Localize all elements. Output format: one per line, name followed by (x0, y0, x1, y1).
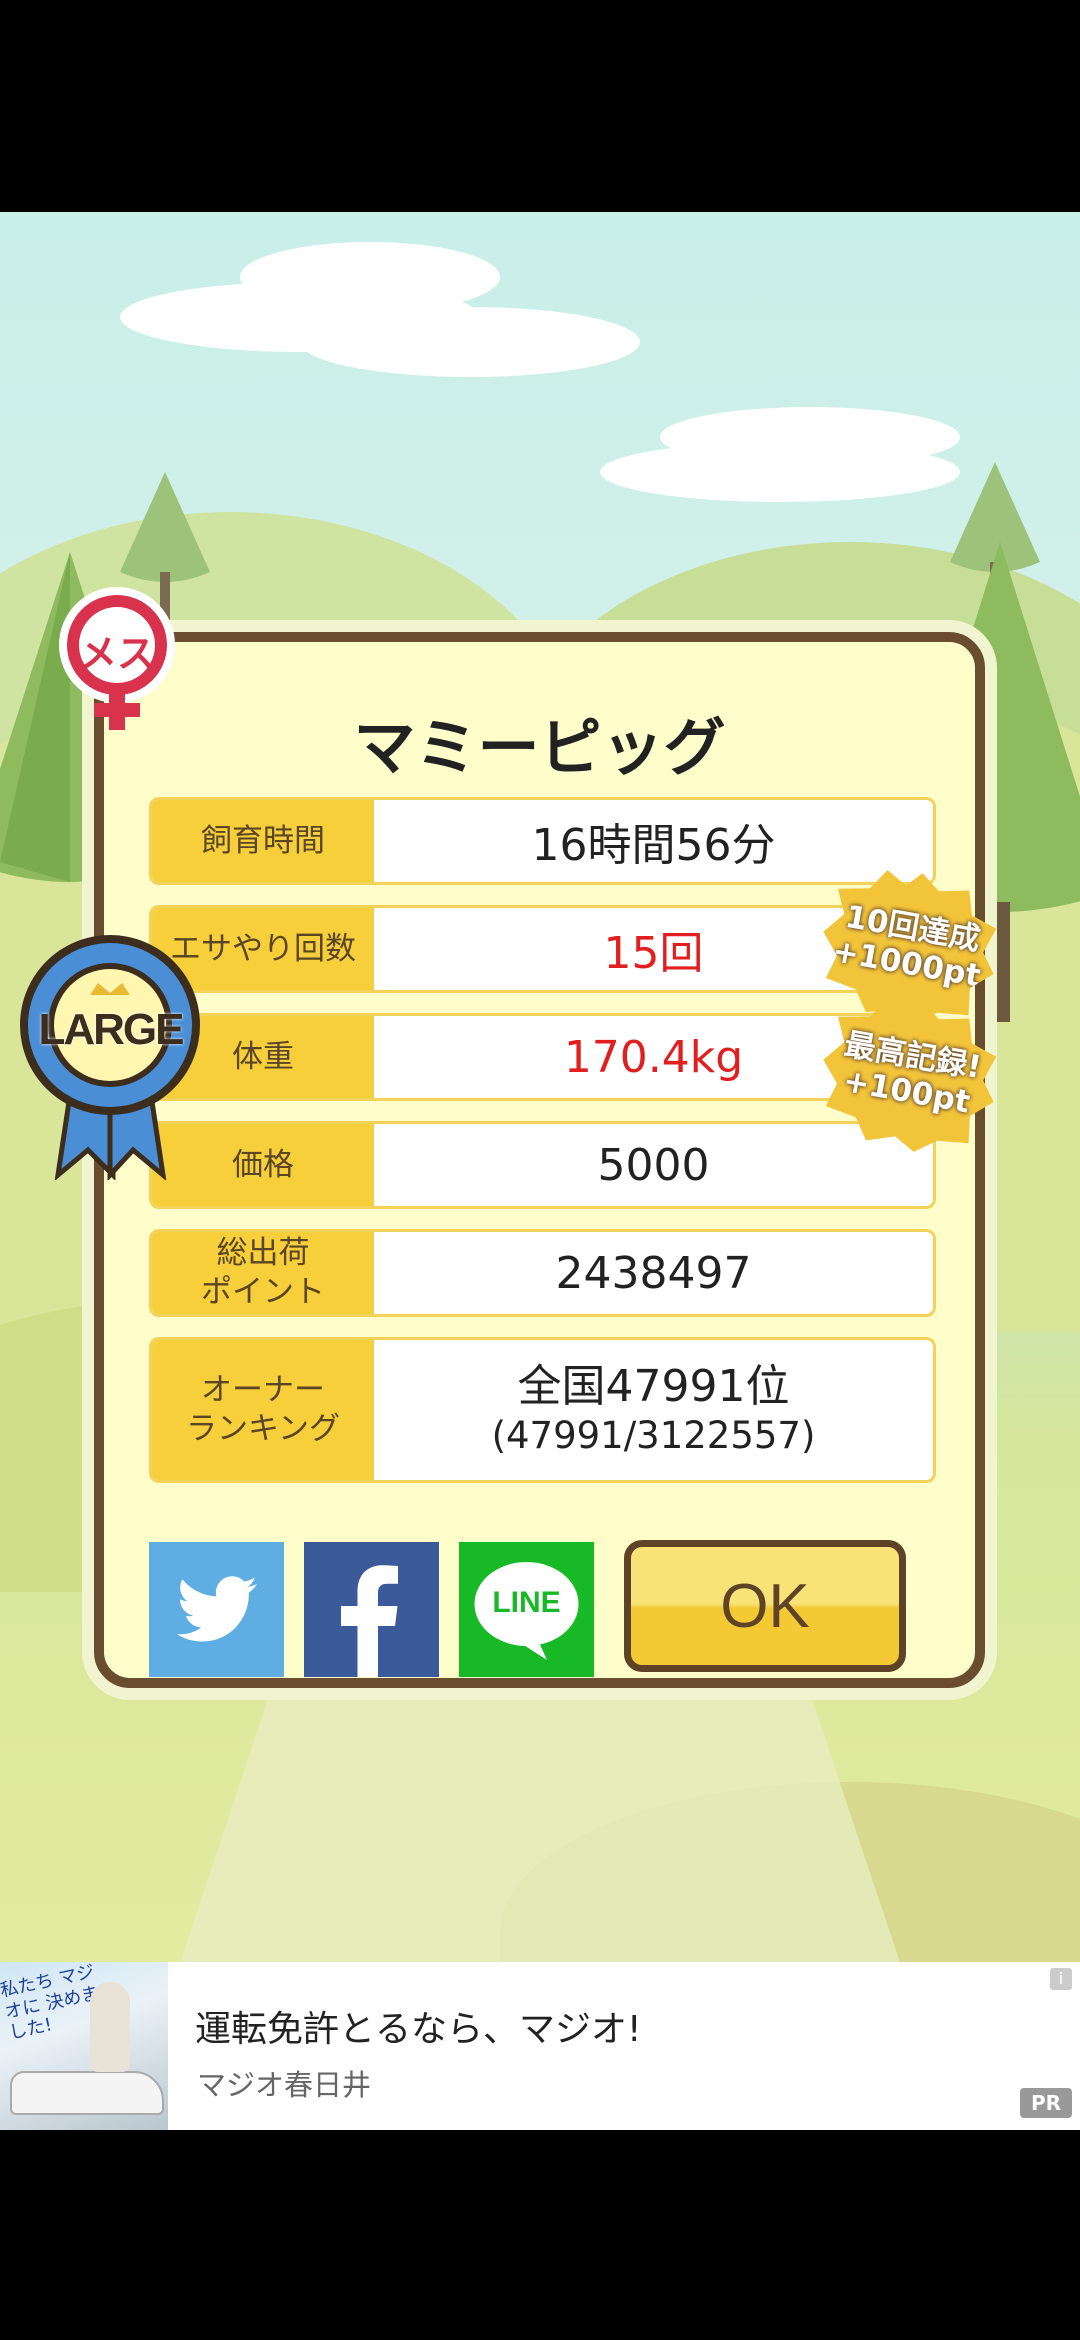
stat-value: 5000 (597, 1139, 710, 1191)
twitter-bird-icon (176, 1576, 257, 1642)
ad-title[interactable]: 運転免許とるなら、マジオ! (195, 2000, 641, 2052)
ad-thumbnail[interactable]: 私たち マジオに 決めました! (0, 1962, 168, 2130)
size-label: LARGE (38, 1005, 185, 1054)
stat-label: 総出荷 ポイント (152, 1232, 374, 1314)
female-gender-badge: メス (52, 585, 182, 735)
cloud (300, 307, 640, 377)
stat-value: 2438497 (555, 1247, 752, 1299)
stat-label: オーナー ランキング (152, 1340, 374, 1480)
gender-label: メス (78, 632, 155, 676)
stat-row-weight: 体重 170.4kg (149, 1013, 936, 1101)
ad-banner[interactable]: 私たち マジオに 決めました! 運転免許とるなら、マジオ! マジオ春日井 i P… (0, 1962, 1080, 2130)
cloud (660, 407, 960, 467)
pig-name-title: マミーピッグ (353, 711, 726, 784)
dialog-frame: マミーピッグ 飼育時間 16時間56分 エサやり回数 15回 体重 170.4k… (94, 632, 985, 1688)
stat-row-price: 価格 5000 (149, 1121, 936, 1209)
stat-row-feed-count: エサやり回数 15回 (149, 905, 936, 993)
facebook-share-button[interactable] (304, 1542, 439, 1677)
ad-sponsor: マジオ春日井 (197, 2068, 372, 2102)
stat-row-shipping-points: 総出荷 ポイント 2438497 (149, 1229, 936, 1317)
ad-info-icon[interactable]: i (1050, 1968, 1072, 1990)
result-dialog: マミーピッグ 飼育時間 16時間56分 エサやり回数 15回 体重 170.4k… (82, 620, 997, 1700)
ranking-sub: (47991/3122557) (491, 1414, 816, 1458)
ranking-main: 全国47991位 (517, 1361, 790, 1413)
stat-row-owner-ranking: オーナー ランキング 全国47991位 (47991/3122557) (149, 1337, 936, 1483)
ok-button[interactable]: OK (624, 1540, 906, 1672)
twitter-share-button[interactable] (149, 1542, 284, 1677)
line-label: LINE (492, 1586, 561, 1619)
stat-value: 16時間56分 (531, 820, 776, 871)
stat-label: 飼育時間 (152, 800, 374, 882)
ad-thumb-person (90, 1982, 130, 2072)
ad-thumb-car (10, 2071, 164, 2115)
ranking-value: 全国47991位 (47991/3122557) (374, 1340, 933, 1480)
size-ribbon-badge: LARGE (18, 925, 203, 1180)
facebook-f-icon (341, 1565, 398, 1677)
ad-pr-badge: PR (1020, 2088, 1072, 2118)
cloud (240, 242, 500, 312)
stat-row-breeding-time: 飼育時間 16時間56分 (149, 797, 936, 885)
line-share-button[interactable]: LINE (459, 1542, 594, 1677)
